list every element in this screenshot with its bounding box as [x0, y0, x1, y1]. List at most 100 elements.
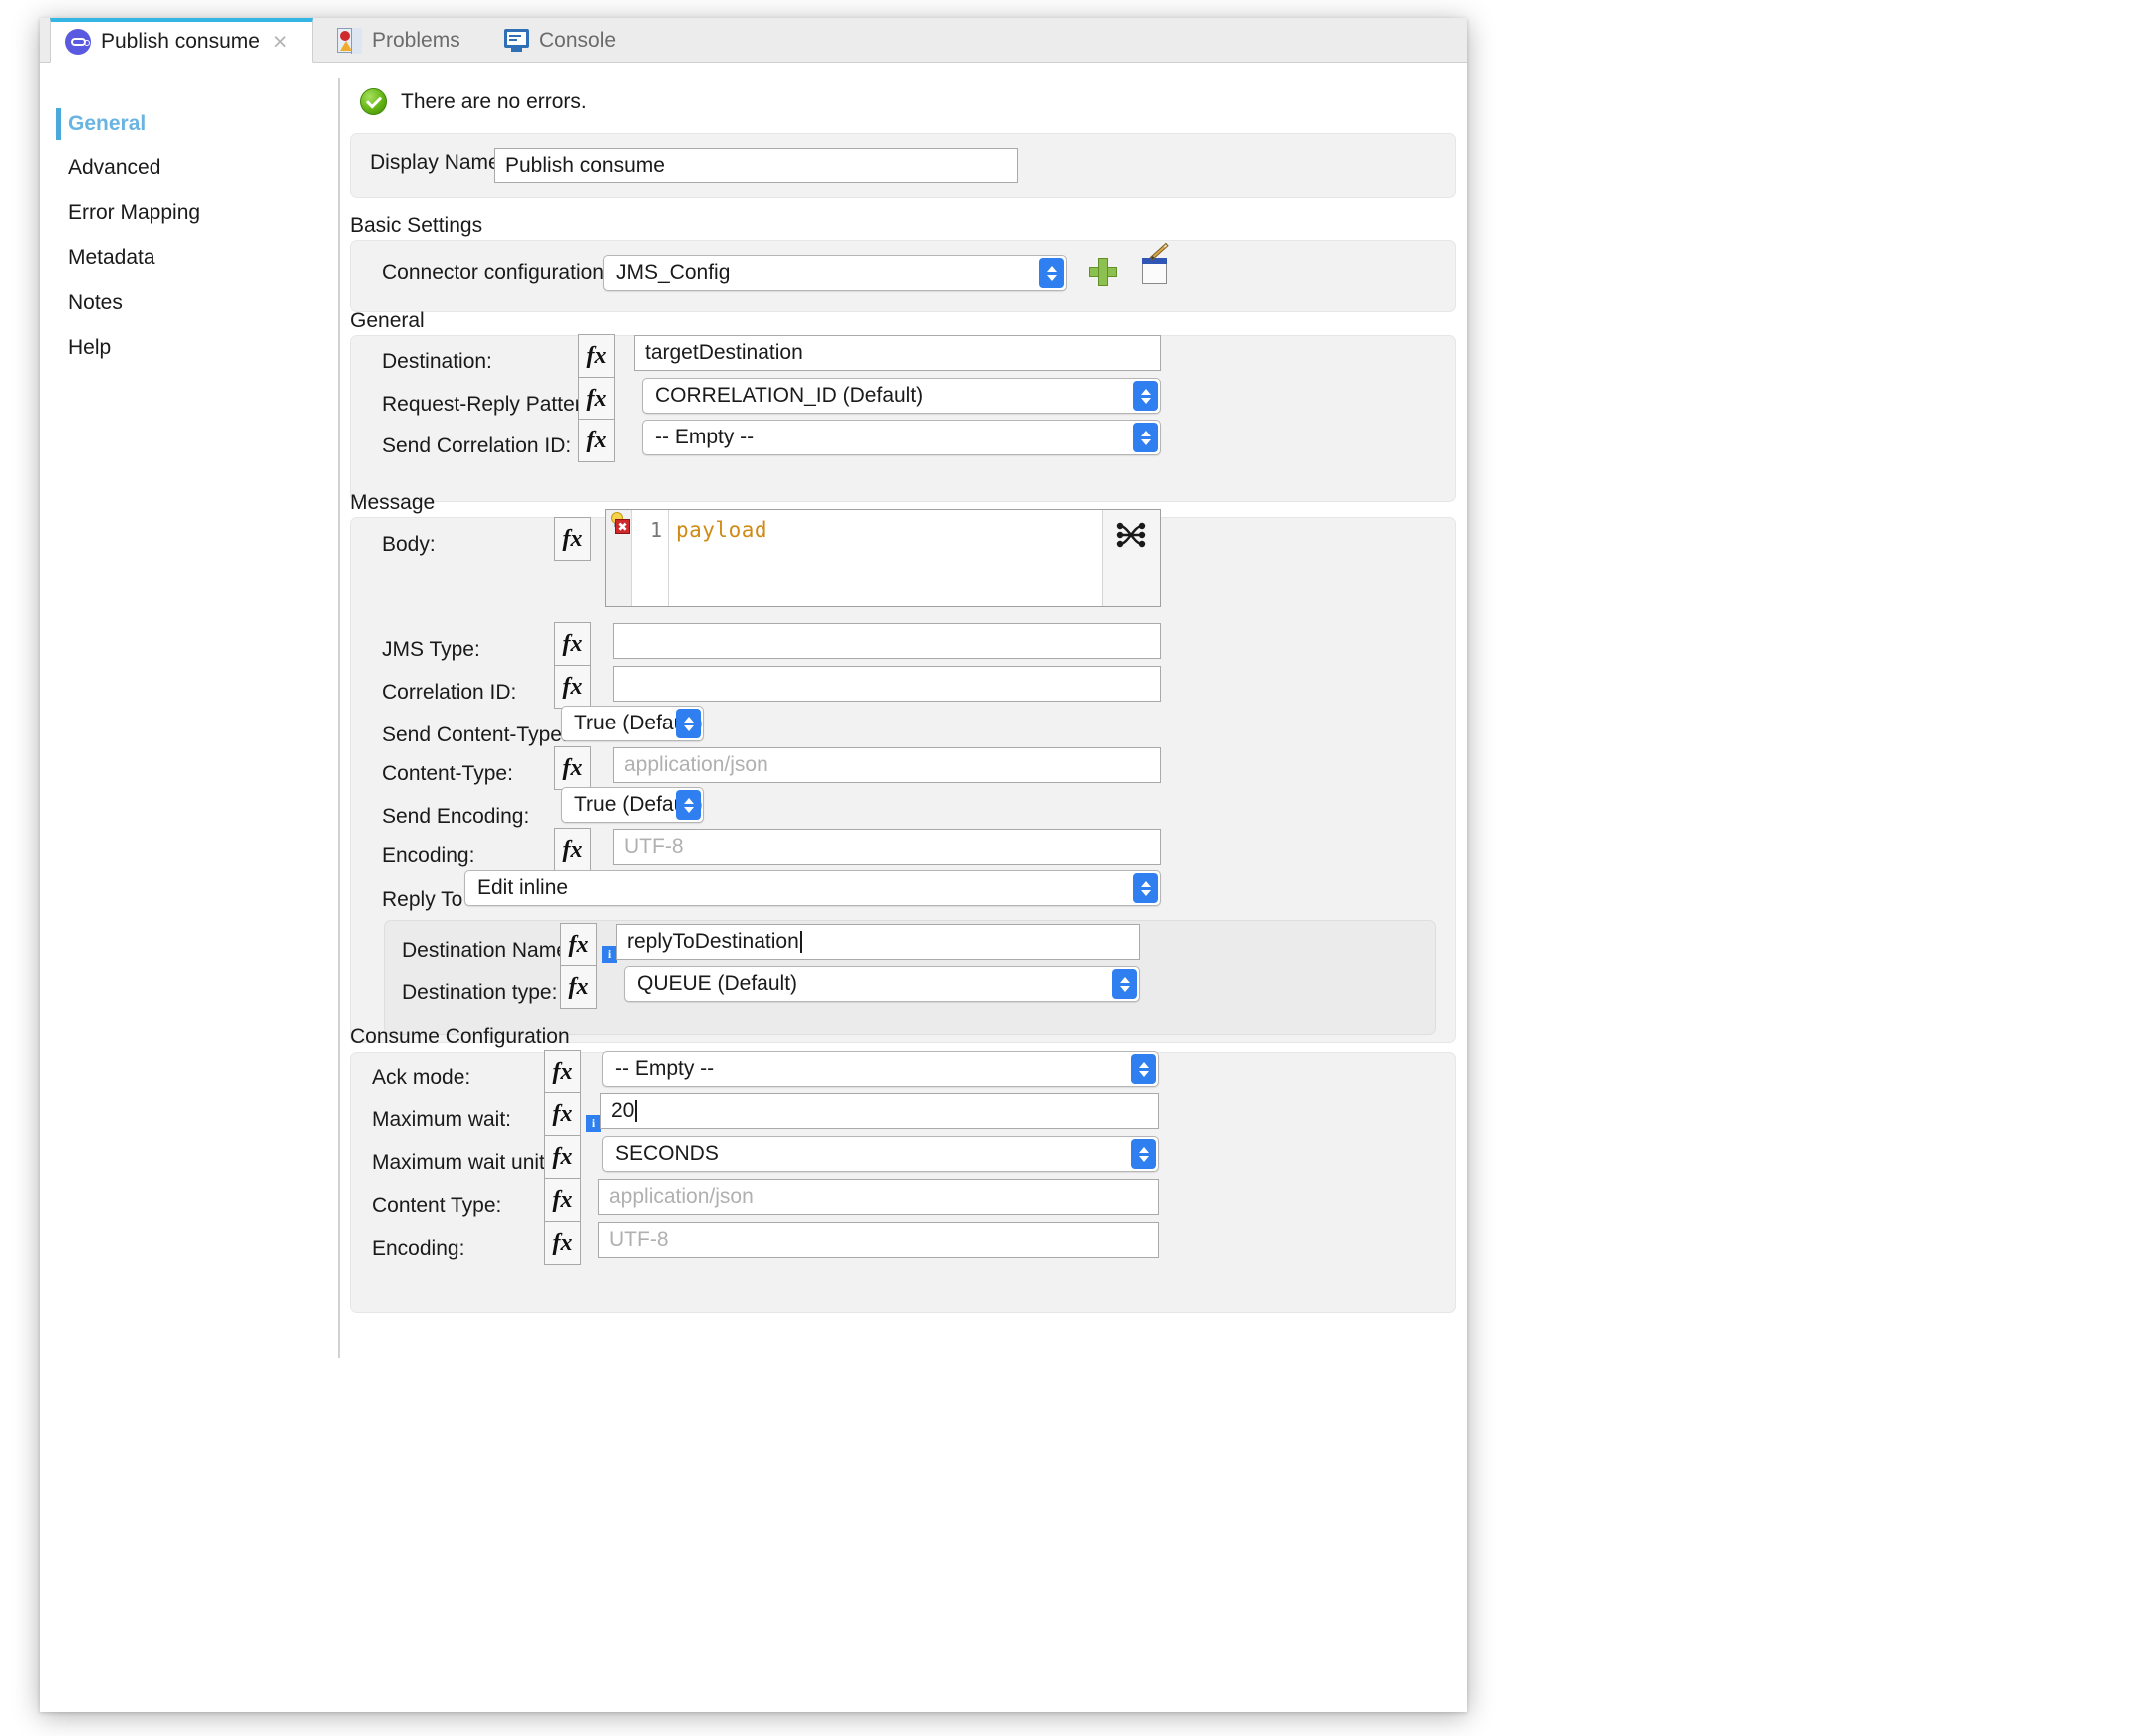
sidebar-item-metadata[interactable]: Metadata	[68, 239, 297, 277]
destination-input[interactable]: targetDestination	[634, 335, 1161, 371]
sidebar-item-help[interactable]: Help	[68, 329, 297, 367]
ack-mode-label: Ack mode:	[372, 1066, 471, 1089]
consume-encoding-fx-button[interactable]: fx	[544, 1221, 581, 1265]
maximum-wait-unit-select[interactable]: SECONDS	[602, 1136, 1159, 1172]
reply-to-select[interactable]: Edit inline	[464, 870, 1161, 906]
content-type-fx-button[interactable]: fx	[554, 746, 591, 790]
destination-type-label: Destination type:	[402, 981, 558, 1004]
message-encoding-fx-button[interactable]: fx	[554, 828, 591, 872]
tab-problems[interactable]: Problems	[323, 18, 474, 63]
body-label: Body:	[382, 533, 436, 556]
destination-name-info-badge-icon[interactable]: i	[602, 946, 617, 963]
validation-status-text: There are no errors.	[401, 89, 587, 113]
destination-type-fx-button[interactable]: fx	[560, 965, 597, 1009]
consume-encoding-label: Encoding:	[372, 1237, 465, 1260]
send-correlation-id-fx-button[interactable]: fx	[578, 419, 615, 462]
send-encoding-select[interactable]: True (Default)	[561, 787, 704, 823]
edit-icon[interactable]	[1142, 242, 1170, 285]
maximum-wait-value: 20	[611, 1099, 635, 1122]
transform-shuffle-icon[interactable]	[1114, 518, 1148, 552]
text-caret	[799, 931, 802, 953]
maximum-wait-info-badge-icon[interactable]: i	[586, 1115, 601, 1132]
error-marker-icon[interactable]: ✖	[615, 519, 630, 534]
text-caret	[635, 1100, 638, 1122]
maximum-wait-unit-label: Maximum wait unit:	[372, 1151, 551, 1174]
consume-content-type-input[interactable]: application/json	[598, 1179, 1159, 1215]
send-content-type-label: Send Content-Type:	[382, 723, 568, 746]
body-fx-button[interactable]: fx	[554, 517, 591, 561]
consume-encoding-input[interactable]: UTF-8	[598, 1222, 1159, 1258]
display-name-input[interactable]: Publish consume	[494, 148, 1018, 183]
console-icon	[504, 29, 529, 52]
screen-root: Publish consume × Problems Console Gener…	[0, 0, 2135, 1736]
sidebar-item-general[interactable]: General	[56, 105, 297, 143]
message-group-title: Message	[350, 491, 436, 514]
correlation-id-fx-button[interactable]: fx	[554, 665, 591, 709]
sidebar-item-advanced[interactable]: Advanced	[68, 149, 297, 187]
jms-type-input[interactable]	[613, 623, 1161, 659]
sidebar-item-metadata-label: Metadata	[68, 246, 155, 269]
ack-mode-value: -- Empty --	[615, 1057, 715, 1080]
settings-content: There are no errors. Display Name: Publi…	[340, 63, 1467, 1712]
request-reply-pattern-label: Request-Reply Pattern:	[382, 393, 600, 416]
ack-mode-select[interactable]: -- Empty --	[602, 1051, 1159, 1087]
destination-name-fx-button[interactable]: fx	[560, 923, 597, 967]
sidebar-item-advanced-label: Advanced	[68, 156, 161, 179]
display-name-label: Display Name:	[370, 151, 506, 174]
close-icon[interactable]: ×	[273, 29, 288, 55]
plus-icon[interactable]	[1089, 258, 1117, 286]
editor-tab-bar: Publish consume × Problems Console	[40, 18, 1467, 63]
correlation-id-input[interactable]	[613, 666, 1161, 702]
send-encoding-label: Send Encoding:	[382, 805, 530, 828]
destination-label: Destination:	[382, 350, 492, 373]
chevron-updown-icon	[1131, 1139, 1156, 1169]
destination-type-value: QUEUE (Default)	[637, 972, 798, 995]
send-content-type-select[interactable]: True (Default)	[561, 706, 704, 741]
maximum-wait-unit-value: SECONDS	[615, 1142, 719, 1165]
settings-sidebar: General Advanced Error Mapping Metadata …	[40, 63, 297, 1712]
maximum-wait-label: Maximum wait:	[372, 1108, 512, 1131]
sidebar-item-notes[interactable]: Notes	[68, 284, 297, 322]
connector-configuration-select[interactable]: JMS_Config	[603, 255, 1067, 291]
maximum-wait-fx-button[interactable]: fx	[544, 1092, 581, 1136]
ack-mode-fx-button[interactable]: fx	[544, 1050, 581, 1094]
sidebar-item-error-mapping[interactable]: Error Mapping	[68, 194, 297, 232]
consume-content-type-fx-button[interactable]: fx	[544, 1178, 581, 1222]
content-type-label: Content-Type:	[382, 762, 513, 785]
reply-to-label: Reply To	[382, 888, 463, 911]
problems-icon	[337, 28, 362, 54]
request-reply-pattern-fx-button[interactable]: fx	[578, 377, 615, 421]
content-type-input[interactable]: application/json	[613, 747, 1161, 783]
destination-name-input[interactable]: replyToDestination	[616, 924, 1140, 960]
editor-marker-gutter: ✖	[606, 510, 632, 606]
maximum-wait-unit-fx-button[interactable]: fx	[544, 1135, 581, 1179]
request-reply-pattern-select[interactable]: CORRELATION_ID (Default)	[642, 378, 1161, 414]
chevron-updown-icon	[676, 790, 701, 820]
jms-type-fx-button[interactable]: fx	[554, 622, 591, 666]
tab-publish-consume[interactable]: Publish consume ×	[50, 18, 313, 63]
destination-fx-button[interactable]: fx	[578, 334, 615, 378]
destination-type-select[interactable]: QUEUE (Default)	[624, 966, 1140, 1002]
tab-console[interactable]: Console	[490, 18, 630, 63]
chevron-updown-icon	[1133, 423, 1158, 452]
body-dataweave-editor-full[interactable]: ✖ 1 payload	[605, 509, 1161, 607]
send-correlation-id-value: -- Empty --	[655, 426, 755, 448]
jms-type-label: JMS Type:	[382, 638, 480, 661]
sidebar-item-general-label: General	[68, 112, 147, 135]
maximum-wait-input[interactable]: 20	[600, 1093, 1159, 1129]
chevron-updown-icon	[1133, 381, 1158, 411]
validation-status: There are no errors.	[360, 88, 587, 115]
send-correlation-id-select[interactable]: -- Empty --	[642, 420, 1161, 455]
chevron-updown-icon	[1039, 258, 1064, 288]
tab-publish-consume-label: Publish consume	[101, 30, 260, 53]
basic-settings-title: Basic Settings	[350, 214, 483, 237]
connector-configuration-label: Connector configuration:	[382, 261, 610, 284]
properties-panel: Publish consume × Problems Console Gener…	[40, 18, 1467, 1712]
tab-problems-label: Problems	[372, 28, 460, 52]
message-encoding-input[interactable]: UTF-8	[613, 829, 1161, 865]
destination-name-value: replyToDestination	[627, 930, 799, 953]
consume-configuration-title: Consume Configuration	[350, 1025, 570, 1048]
sidebar-item-help-label: Help	[68, 336, 112, 359]
chevron-updown-icon	[676, 709, 701, 738]
sidebar-item-error-mapping-label: Error Mapping	[68, 201, 201, 224]
